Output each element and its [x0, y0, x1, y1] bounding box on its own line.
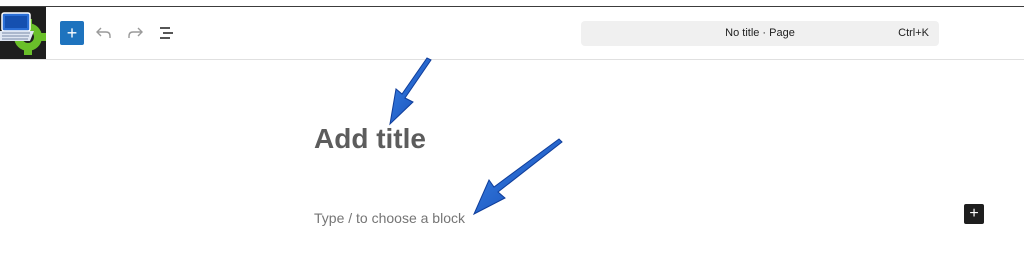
arrow-pointing-to-title	[389, 57, 432, 126]
annotation-arrows	[389, 57, 563, 216]
arrow-pointing-to-block	[472, 138, 563, 216]
